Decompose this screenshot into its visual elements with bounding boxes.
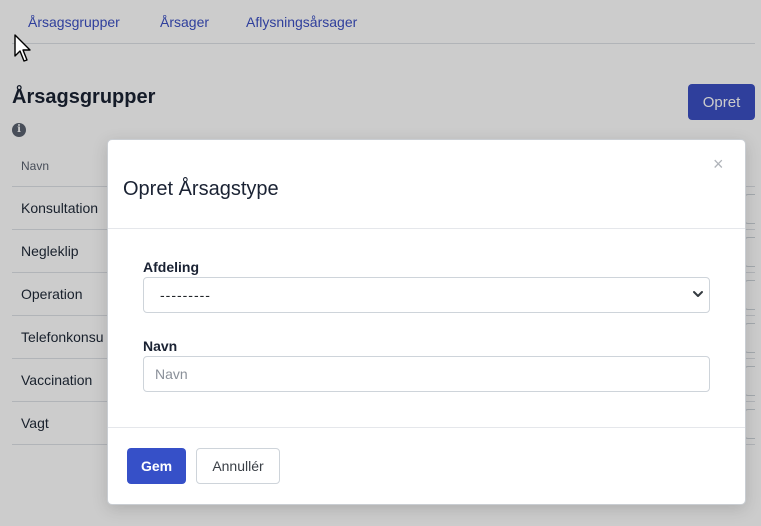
department-select[interactable]: --------- bbox=[143, 277, 710, 313]
cancel-button[interactable]: Annullér bbox=[196, 448, 280, 484]
close-icon[interactable]: × bbox=[713, 154, 724, 175]
modal-title: Opret Årsagstype bbox=[123, 178, 279, 200]
mouse-cursor-icon bbox=[14, 34, 31, 62]
department-label: Afdeling bbox=[143, 259, 199, 275]
create-reason-type-modal: Opret Årsagstype × Afdeling --------- Na… bbox=[107, 139, 746, 505]
modal-header: Opret Årsagstype × bbox=[108, 140, 745, 229]
department-select-value: --------- bbox=[160, 287, 211, 303]
chevron-down-icon bbox=[693, 291, 703, 297]
name-label: Navn bbox=[143, 338, 178, 354]
modal-footer: Gem Annullér bbox=[108, 427, 745, 505]
name-input[interactable] bbox=[143, 356, 710, 392]
save-button[interactable]: Gem bbox=[127, 448, 186, 484]
